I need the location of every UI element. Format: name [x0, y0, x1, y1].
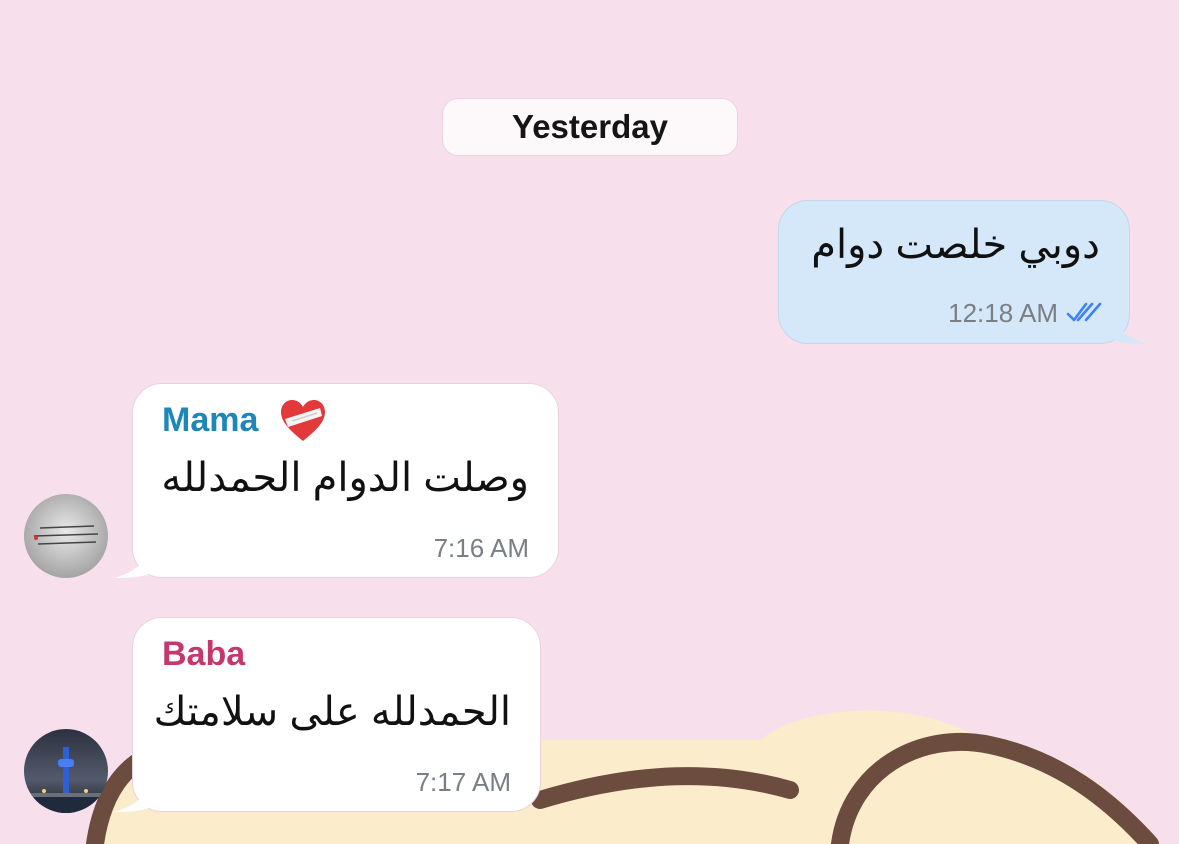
message-bubble-incoming[interactable]: Baba الحمدلله على سلامتك 7:17 AM [114, 617, 541, 812]
sender-name[interactable]: Baba [162, 635, 245, 674]
message-text: دوبي خلصت دوام [811, 223, 1100, 267]
sender-name[interactable]: Mama [162, 401, 258, 440]
message-time: 7:16 AM [433, 533, 529, 563]
message-bubble-incoming[interactable]: Mama وصلت الدوام الحمدلله 7:16 AM [114, 383, 559, 578]
date-separator: Yesterday [442, 98, 738, 156]
mending-heart-icon [281, 400, 325, 441]
message-bubble-outgoing[interactable]: دوبي خلصت دوام 12:18 AM [778, 200, 1148, 344]
double-check-read-icon [1066, 302, 1102, 322]
bubble-tail [114, 772, 154, 812]
night-tower-avatar-icon[interactable] [24, 729, 108, 813]
bubble-tail [114, 538, 154, 578]
quote-image-avatar-icon[interactable] [24, 494, 108, 578]
bubble-tail [1108, 304, 1148, 344]
message-text: وصلت الدوام الحمدلله [161, 456, 529, 500]
message-text: الحمدلله على سلامتك [153, 690, 511, 734]
message-time: 7:17 AM [415, 767, 511, 797]
message-time: 12:18 AM [948, 298, 1058, 328]
